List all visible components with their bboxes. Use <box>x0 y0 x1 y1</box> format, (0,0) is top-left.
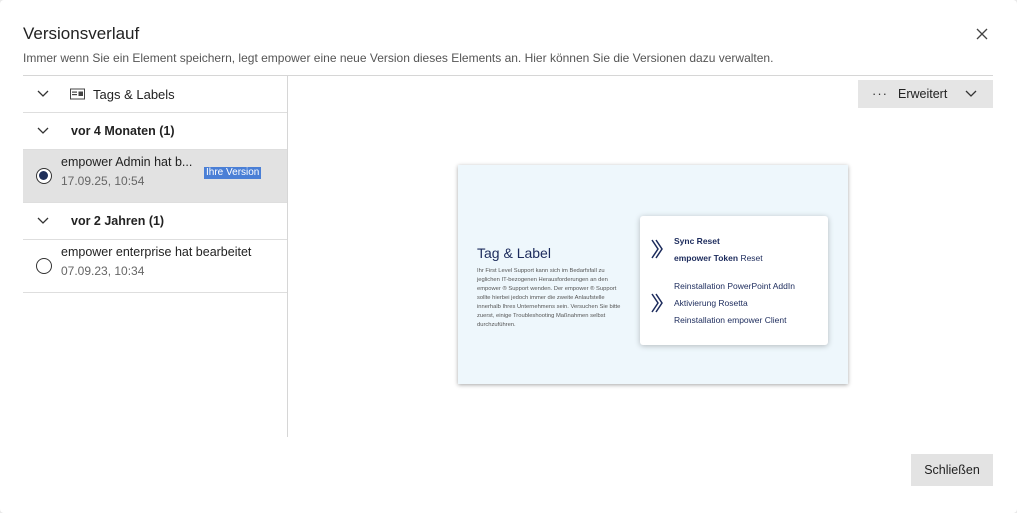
more-dots-icon: ··· <box>872 86 888 101</box>
card-line-5: Reinstallation empower Client <box>674 315 787 325</box>
dialog-subtitle: Immer wenn Sie ein Element speichern, le… <box>23 51 774 65</box>
version-history-dialog: Versionsverlauf Immer wenn Sie ein Eleme… <box>0 0 1017 513</box>
tags-labels-icon <box>70 88 85 100</box>
version-date: 17.09.25, 10:54 <box>61 174 145 188</box>
preview-card: Sync Reset empower Token Reset Reinstall… <box>640 216 828 345</box>
close-icon <box>976 28 988 40</box>
version-item-selected[interactable]: empower Admin hat b... 17.09.25, 10:54 I… <box>23 150 287 203</box>
chevron-down-icon[interactable] <box>36 87 50 101</box>
double-chevron-right-icon <box>651 293 663 313</box>
group-header-4-months[interactable]: vor 4 Monaten (1) <box>23 113 287 150</box>
version-radio[interactable] <box>36 168 52 184</box>
version-title: empower Admin hat b... <box>61 155 193 169</box>
version-list-panel: Tags & Labels vor 4 Monaten (1) empower … <box>23 76 288 437</box>
version-item[interactable]: empower enterprise hat bearbeitet 07.09.… <box>23 240 287 293</box>
chevron-down-icon[interactable] <box>36 124 50 138</box>
double-chevron-right-icon <box>651 239 663 259</box>
advanced-label: Erweitert <box>898 87 948 101</box>
your-version-badge: Ihre Version <box>204 167 262 179</box>
group-label: vor 4 Monaten (1) <box>71 124 175 138</box>
group-header-2-years[interactable]: vor 2 Jahren (1) <box>23 203 287 240</box>
version-title: empower enterprise hat bearbeitet <box>61 245 252 259</box>
card-line-4: Aktivierung Rosetta <box>674 298 748 308</box>
close-button[interactable] <box>972 24 992 44</box>
card-line-3: Reinstallation PowerPoint AddIn <box>674 281 795 291</box>
preview-body-text: Ihr First Level Support kann sich im Bed… <box>477 268 621 328</box>
chevron-down-icon <box>965 90 977 97</box>
group-label: vor 2 Jahren (1) <box>71 214 165 228</box>
card-line-2: empower Token Reset <box>674 253 763 263</box>
slide-preview: Tag & Label Ihr First Level Support kann… <box>458 165 848 384</box>
element-header-row[interactable]: Tags & Labels <box>23 76 287 113</box>
element-name: Tags & Labels <box>93 86 175 102</box>
chevron-down-icon[interactable] <box>36 214 50 228</box>
preview-heading: Tag & Label <box>477 245 551 261</box>
dialog-title: Versionsverlauf <box>23 24 140 43</box>
card-line-1: Sync Reset <box>674 236 720 246</box>
version-radio[interactable] <box>36 258 52 274</box>
version-date: 07.09.23, 10:34 <box>61 264 145 278</box>
advanced-button[interactable]: ··· Erweitert <box>858 80 993 108</box>
close-footer-button[interactable]: Schließen <box>911 454 993 486</box>
